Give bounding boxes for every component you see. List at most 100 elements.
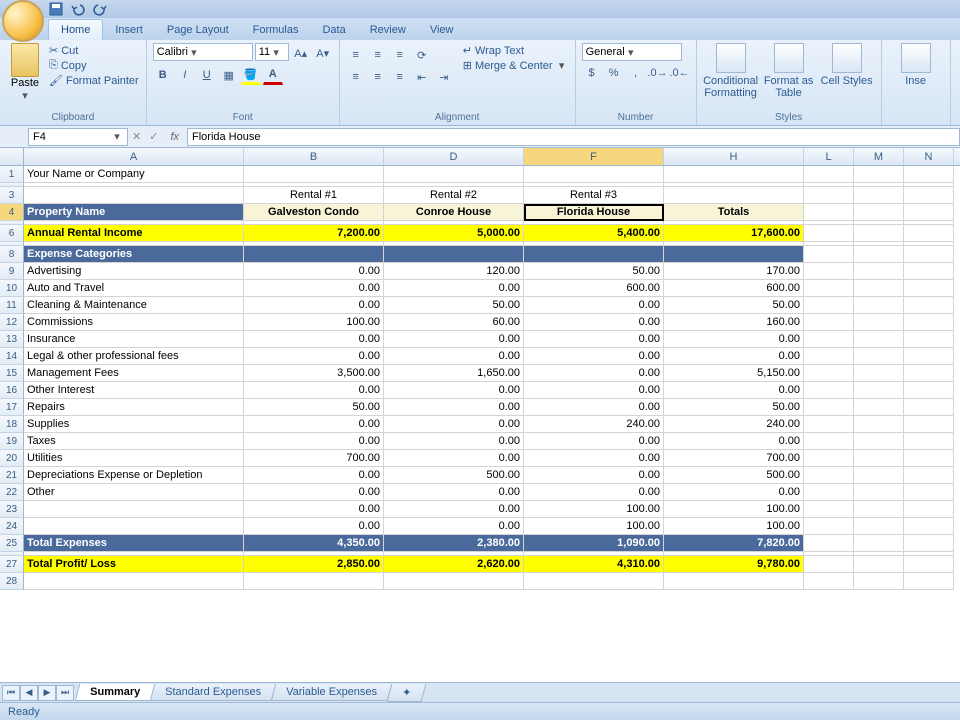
cell-B11[interactable]: 0.00	[244, 297, 384, 314]
wrap-text-button[interactable]: ↵Wrap Text	[462, 43, 569, 58]
row-header-15[interactable]: 15	[0, 365, 24, 382]
decrease-font-button[interactable]: A▾	[313, 43, 333, 63]
name-box[interactable]: F4▾	[28, 128, 128, 146]
cell-B15[interactable]: 3,500.00	[244, 365, 384, 382]
cell-N24[interactable]	[904, 518, 954, 535]
align-top-button[interactable]: ≡	[346, 45, 366, 65]
cell-D14[interactable]: 0.00	[384, 348, 524, 365]
fx-icon[interactable]: fx	[170, 131, 179, 143]
percent-button[interactable]: %	[604, 63, 624, 83]
cell-D10[interactable]: 0.00	[384, 280, 524, 297]
cell-A20[interactable]: Utilities	[24, 450, 244, 467]
cell-F28[interactable]	[524, 573, 664, 590]
cell-A9[interactable]: Advertising	[24, 263, 244, 280]
cell-F23[interactable]: 100.00	[524, 501, 664, 518]
cell-A15[interactable]: Management Fees	[24, 365, 244, 382]
cell-L22[interactable]	[804, 484, 854, 501]
cell-L12[interactable]	[804, 314, 854, 331]
row-header-18[interactable]: 18	[0, 416, 24, 433]
cell-M19[interactable]	[854, 433, 904, 450]
new-sheet-button[interactable]: ✦	[387, 684, 427, 702]
cell-B27[interactable]: 2,850.00	[244, 556, 384, 573]
conditional-formatting-button[interactable]: Conditional Formatting	[703, 43, 759, 99]
cell-M15[interactable]	[854, 365, 904, 382]
cell-N23[interactable]	[904, 501, 954, 518]
font-size-combo[interactable]: 11▾	[255, 43, 289, 61]
tab-page-layout[interactable]: Page Layout	[155, 20, 241, 40]
cell-H14[interactable]: 0.00	[664, 348, 804, 365]
underline-button[interactable]: U	[197, 65, 217, 85]
cell-H13[interactable]: 0.00	[664, 331, 804, 348]
cell-B9[interactable]: 0.00	[244, 263, 384, 280]
cell-D1[interactable]	[384, 166, 524, 183]
column-header-A[interactable]: A	[24, 148, 244, 165]
last-sheet-button[interactable]: ⏭	[56, 685, 74, 701]
cell-N20[interactable]	[904, 450, 954, 467]
tab-insert[interactable]: Insert	[103, 20, 155, 40]
align-left-button[interactable]: ≡	[346, 67, 366, 87]
enter-icon[interactable]: ✓	[149, 130, 158, 143]
currency-button[interactable]: $	[582, 63, 602, 83]
row-header-9[interactable]: 9	[0, 263, 24, 280]
cell-A23[interactable]	[24, 501, 244, 518]
cell-M3[interactable]	[854, 187, 904, 204]
cell-N12[interactable]	[904, 314, 954, 331]
row-header-25[interactable]: 25	[0, 535, 24, 552]
cell-H9[interactable]: 170.00	[664, 263, 804, 280]
format-painter-button[interactable]: 🖌Format Painter	[48, 73, 140, 88]
cell-A28[interactable]	[24, 573, 244, 590]
cell-B25[interactable]: 4,350.00	[244, 535, 384, 552]
row-header-3[interactable]: 3	[0, 187, 24, 204]
cell-H19[interactable]: 0.00	[664, 433, 804, 450]
cell-M28[interactable]	[854, 573, 904, 590]
cell-H4[interactable]: Totals	[664, 204, 804, 221]
cell-F18[interactable]: 240.00	[524, 416, 664, 433]
cell-A17[interactable]: Repairs	[24, 399, 244, 416]
cell-N21[interactable]	[904, 467, 954, 484]
cell-D17[interactable]: 0.00	[384, 399, 524, 416]
cell-B21[interactable]: 0.00	[244, 467, 384, 484]
cell-B20[interactable]: 700.00	[244, 450, 384, 467]
cell-L14[interactable]	[804, 348, 854, 365]
cell-A27[interactable]: Total Profit/ Loss	[24, 556, 244, 573]
cell-H3[interactable]	[664, 187, 804, 204]
cell-N4[interactable]	[904, 204, 954, 221]
cell-N27[interactable]	[904, 556, 954, 573]
cell-F10[interactable]: 600.00	[524, 280, 664, 297]
cell-H8[interactable]	[664, 246, 804, 263]
cell-B4[interactable]: Galveston Condo	[244, 204, 384, 221]
cell-M23[interactable]	[854, 501, 904, 518]
cell-H11[interactable]: 50.00	[664, 297, 804, 314]
cell-L4[interactable]	[804, 204, 854, 221]
cell-M27[interactable]	[854, 556, 904, 573]
cell-F15[interactable]: 0.00	[524, 365, 664, 382]
cell-M25[interactable]	[854, 535, 904, 552]
cell-A22[interactable]: Other	[24, 484, 244, 501]
row-header-17[interactable]: 17	[0, 399, 24, 416]
column-header-N[interactable]: N	[904, 148, 954, 165]
tab-review[interactable]: Review	[358, 20, 418, 40]
cell-L21[interactable]	[804, 467, 854, 484]
cell-M4[interactable]	[854, 204, 904, 221]
fill-color-button[interactable]: 🪣	[241, 65, 261, 85]
cell-A12[interactable]: Commissions	[24, 314, 244, 331]
tab-home[interactable]: Home	[48, 19, 103, 40]
cell-M18[interactable]	[854, 416, 904, 433]
cell-F19[interactable]: 0.00	[524, 433, 664, 450]
cell-F3[interactable]: Rental #3	[524, 187, 664, 204]
row-header-20[interactable]: 20	[0, 450, 24, 467]
cell-M10[interactable]	[854, 280, 904, 297]
cell-N6[interactable]	[904, 225, 954, 242]
cell-D23[interactable]: 0.00	[384, 501, 524, 518]
cell-B22[interactable]: 0.00	[244, 484, 384, 501]
cell-M13[interactable]	[854, 331, 904, 348]
row-header-14[interactable]: 14	[0, 348, 24, 365]
row-header-23[interactable]: 23	[0, 501, 24, 518]
cell-D21[interactable]: 500.00	[384, 467, 524, 484]
cell-D25[interactable]: 2,380.00	[384, 535, 524, 552]
cell-L3[interactable]	[804, 187, 854, 204]
cell-L27[interactable]	[804, 556, 854, 573]
cell-H6[interactable]: 17,600.00	[664, 225, 804, 242]
cell-F20[interactable]: 0.00	[524, 450, 664, 467]
cell-D15[interactable]: 1,650.00	[384, 365, 524, 382]
